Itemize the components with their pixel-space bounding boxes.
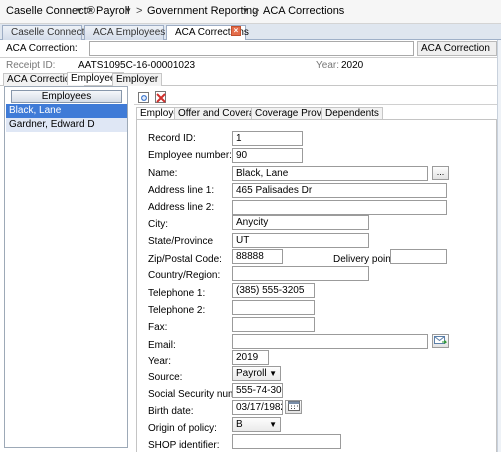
- source-selected-value: Payroll: [236, 368, 267, 379]
- employee-form: Record ID: 1 Employee number: 90 Name: B…: [136, 119, 497, 452]
- breadcrumb-separator: >: [136, 5, 143, 17]
- chevron-down-icon: ▼: [269, 369, 277, 378]
- record-id-label: Record ID:: [148, 133, 196, 144]
- fax-label: Fax:: [148, 322, 168, 333]
- doc-tab-aca-employees[interactable]: ACA Employees: [84, 25, 165, 40]
- address-line-2-label: Address line 2:: [148, 202, 215, 213]
- divider: [134, 104, 497, 105]
- calendar-icon[interactable]: [285, 400, 302, 414]
- country-label: Country/Region:: [148, 270, 221, 281]
- birth-date-label: Birth date:: [148, 406, 194, 417]
- aca-correction-input[interactable]: [89, 41, 414, 56]
- chevron-down-icon: ▼: [269, 420, 277, 429]
- country-field[interactable]: [232, 266, 369, 281]
- city-field[interactable]: Anycity: [232, 215, 369, 230]
- city-label: City:: [148, 219, 168, 230]
- breadcrumb-aca-corrections[interactable]: ACA Corrections: [263, 5, 344, 17]
- shop-identifier-label: SHOP identifier:: [148, 440, 220, 451]
- document-tabs: Caselle Connect® ACA Employees ACA Corre…: [0, 24, 501, 40]
- name-label: Name:: [148, 168, 178, 179]
- email-label: Email:: [148, 340, 176, 351]
- aca-correction-row: ACA Correction: ACA Correction: [0, 40, 501, 58]
- tab-employer[interactable]: Employer: [112, 73, 163, 86]
- chevron-down-icon[interactable]: ▾: [77, 5, 82, 16]
- telephone-2-label: Telephone 2:: [148, 305, 206, 316]
- breadcrumb-separator: >: [253, 5, 260, 17]
- year-field-label: Year:: [148, 356, 171, 367]
- chevron-down-icon[interactable]: ▾: [243, 5, 248, 16]
- birth-date-field[interactable]: 03/17/1982: [232, 400, 283, 415]
- chevron-down-icon[interactable]: ▾: [126, 5, 131, 16]
- breadcrumb-payroll[interactable]: Payroll: [96, 5, 130, 17]
- telephone-1-label: Telephone 1:: [148, 288, 206, 299]
- list-item[interactable]: Black, Lane: [6, 104, 127, 118]
- record-id-field[interactable]: 1: [232, 131, 303, 146]
- aca-correction-type-field: ACA Correction: [417, 41, 497, 56]
- email-field[interactable]: [232, 334, 428, 349]
- year-value: 2020: [341, 60, 364, 71]
- zip-field[interactable]: 88888: [232, 249, 283, 264]
- address-line-1-label: Address line 1:: [148, 185, 215, 196]
- breadcrumb-separator: >: [86, 5, 93, 17]
- zip-label: Zip/Postal Code:: [148, 254, 222, 265]
- source-label: Source:: [148, 372, 183, 383]
- close-tab-icon[interactable]: ×: [231, 26, 241, 36]
- add-record-icon[interactable]: [137, 90, 151, 104]
- origin-of-policy-select[interactable]: B ▼: [232, 417, 281, 432]
- ssn-field[interactable]: 555-74-3036: [232, 383, 283, 398]
- employee-number-label: Employee number:: [148, 150, 232, 161]
- name-lookup-button[interactable]: ...: [432, 166, 449, 180]
- window-edge: [497, 40, 501, 452]
- source-select[interactable]: Payroll ▼: [232, 366, 281, 381]
- origin-selected-value: B: [236, 419, 243, 430]
- employees-list-panel: Employees Black, Lane Gardner, Edward D: [4, 86, 128, 448]
- address-line-1-field[interactable]: 465 Palisades Dr: [232, 183, 447, 198]
- receipt-row: Receipt ID: AATS1095C-16-00001023 Year: …: [0, 58, 501, 72]
- employee-number-field[interactable]: 90: [232, 148, 303, 163]
- send-email-icon[interactable]: [432, 334, 449, 348]
- delivery-point-field[interactable]: [390, 249, 447, 264]
- breadcrumb-government-reporting[interactable]: Government Reporting: [147, 5, 258, 17]
- receipt-id-label: Receipt ID:: [6, 60, 56, 71]
- list-item[interactable]: Gardner, Edward D: [6, 118, 127, 132]
- aca-correction-label: ACA Correction:: [6, 43, 78, 54]
- employees-list-header[interactable]: Employees: [11, 90, 122, 103]
- telephone-1-field[interactable]: (385) 555-3205: [232, 283, 315, 298]
- breadcrumb: Caselle Connect® ▾ > Payroll ▾ > Governm…: [0, 0, 501, 24]
- receipt-id-value: AATS1095C-16-00001023: [78, 60, 196, 71]
- top-tab-strip: ACA Corrections Employees Employer: [0, 72, 501, 86]
- year-field[interactable]: 2019: [232, 350, 269, 365]
- name-field[interactable]: Black, Lane: [232, 166, 428, 181]
- state-label: State/Province: [148, 236, 214, 247]
- form-tab-strip: Employee Offer and Coverage Coverage Pro…: [134, 106, 497, 120]
- delivery-point-label: Delivery point:: [333, 254, 397, 265]
- doc-tab-caselle-connect[interactable]: Caselle Connect®: [2, 25, 92, 40]
- delete-record-icon[interactable]: [154, 90, 168, 104]
- telephone-2-field[interactable]: [232, 300, 315, 315]
- state-field[interactable]: UT: [232, 233, 369, 248]
- origin-of-policy-label: Origin of policy:: [148, 423, 217, 434]
- shop-identifier-field[interactable]: [232, 434, 341, 449]
- year-label: Year:: [316, 60, 339, 71]
- address-line-2-field[interactable]: [232, 200, 447, 215]
- fax-field[interactable]: [232, 317, 315, 332]
